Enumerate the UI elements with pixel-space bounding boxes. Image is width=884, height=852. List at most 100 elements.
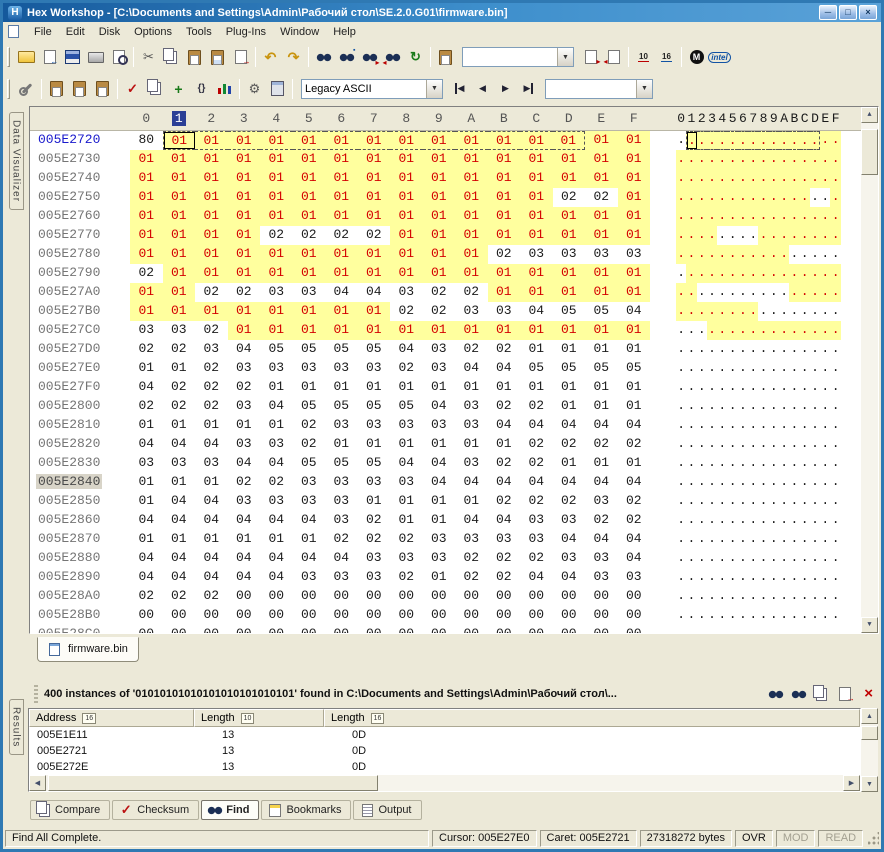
ascii-cell[interactable]: . <box>769 302 779 321</box>
ascii-cell[interactable]: . <box>697 283 707 302</box>
ascii-cell[interactable]: . <box>779 568 789 587</box>
hex-byte-cell[interactable]: 01 <box>260 169 293 188</box>
ascii-cell[interactable]: . <box>830 606 840 625</box>
ascii-cell[interactable]: . <box>707 226 717 245</box>
scroll-down-icon[interactable]: ▼ <box>861 617 878 633</box>
hex-byte-cell[interactable]: 02 <box>488 454 521 473</box>
ascii-cell[interactable]: . <box>717 340 727 359</box>
ascii-cell[interactable]: . <box>779 549 789 568</box>
ascii-cell[interactable]: . <box>830 549 840 568</box>
hex-byte-cell[interactable]: 01 <box>358 131 391 150</box>
hex-byte-cell[interactable]: 04 <box>130 568 163 587</box>
hex-byte-cell[interactable]: 04 <box>488 511 521 530</box>
ascii-cell[interactable]: . <box>810 435 820 454</box>
hex-byte-cell[interactable]: 00 <box>618 587 651 606</box>
ascii-cell[interactable]: . <box>810 340 820 359</box>
hex-byte-cell[interactable]: 03 <box>585 568 618 587</box>
hex-byte-cell[interactable]: 02 <box>195 397 228 416</box>
hex-byte-cell[interactable]: 02 <box>195 378 228 397</box>
ascii-cell[interactable]: . <box>738 606 748 625</box>
ascii-cell[interactable]: . <box>717 606 727 625</box>
hex-byte-cell[interactable]: 01 <box>260 530 293 549</box>
hex-byte-cell[interactable]: 01 <box>553 340 586 359</box>
hex-byte-cell[interactable]: 01 <box>488 150 521 169</box>
ascii-cell[interactable]: . <box>717 397 727 416</box>
ascii-cell[interactable]: . <box>769 169 779 188</box>
statistics-icon[interactable] <box>213 78 236 100</box>
ascii-cell[interactable]: . <box>758 264 768 283</box>
scroll-up-icon[interactable]: ▲ <box>861 107 878 123</box>
hex-byte-cell[interactable]: 01 <box>325 302 358 321</box>
ascii-cell[interactable]: . <box>779 302 789 321</box>
hex-byte-cell[interactable]: 02 <box>195 359 228 378</box>
ascii-cell[interactable]: . <box>748 169 758 188</box>
results-scroll-up-icon[interactable]: ▲ <box>861 708 878 724</box>
hex-byte-cell[interactable]: 01 <box>553 283 586 302</box>
ascii-cell[interactable]: . <box>810 530 820 549</box>
hex-byte-cell[interactable]: 00 <box>195 625 228 633</box>
hex-byte-cell[interactable]: 01 <box>228 226 261 245</box>
hex-byte-cell[interactable]: 02 <box>228 283 261 302</box>
hex-byte-cell[interactable]: 01 <box>455 131 488 150</box>
hex-byte-cell[interactable]: 01 <box>553 321 586 340</box>
hex-byte-cell[interactable]: 02 <box>585 511 618 530</box>
ascii-cell[interactable]: . <box>789 302 799 321</box>
hex-byte-cell[interactable]: 01 <box>618 378 651 397</box>
copy-clipboard-icon[interactable] <box>434 46 457 68</box>
hex-byte-cell[interactable]: 01 <box>455 321 488 340</box>
ascii-cell[interactable]: . <box>707 169 717 188</box>
hex-byte-cell[interactable]: 03 <box>163 454 196 473</box>
ascii-cell[interactable]: . <box>686 321 696 340</box>
ascii-cell[interactable]: . <box>707 492 717 511</box>
hex-byte-cell[interactable]: 04 <box>520 416 553 435</box>
hex-byte-cell[interactable]: 04 <box>488 416 521 435</box>
hex-byte-cell[interactable]: 01 <box>163 264 196 283</box>
ascii-cell[interactable]: . <box>779 131 789 150</box>
hex-scrollbar-thumb[interactable] <box>861 129 878 175</box>
hex-byte-cell[interactable]: 03 <box>455 416 488 435</box>
hex-byte-cell[interactable]: 03 <box>618 568 651 587</box>
ascii-cell[interactable]: . <box>800 321 810 340</box>
hex-byte-cell[interactable]: 01 <box>553 378 586 397</box>
hex-byte-cell[interactable]: 03 <box>488 530 521 549</box>
ascii-cell[interactable]: . <box>830 625 840 633</box>
hex-byte-cell[interactable]: 01 <box>423 435 456 454</box>
ascii-cell[interactable]: . <box>758 169 768 188</box>
ascii-cell[interactable]: . <box>717 150 727 169</box>
ascii-cell[interactable]: . <box>676 226 686 245</box>
tab-bookmarks[interactable]: Bookmarks <box>261 800 351 820</box>
ascii-cell[interactable]: . <box>707 454 717 473</box>
hex-byte-cell[interactable]: 01 <box>585 264 618 283</box>
hex-byte-cell[interactable]: 01 <box>488 131 521 150</box>
tab-find[interactable]: Find <box>201 800 259 820</box>
hex-byte-cell[interactable]: 04 <box>130 549 163 568</box>
toolbar-grip[interactable] <box>7 47 10 67</box>
hex-byte-cell[interactable]: 03 <box>358 359 391 378</box>
hex-byte-cell[interactable]: 01 <box>520 321 553 340</box>
ascii-cell[interactable]: . <box>830 473 840 492</box>
ascii-cell[interactable]: . <box>748 587 758 606</box>
ascii-cell[interactable]: . <box>717 359 727 378</box>
hex-byte-cell[interactable]: 03 <box>585 492 618 511</box>
hex-byte-cell[interactable]: 00 <box>585 606 618 625</box>
hex-byte-cell[interactable]: 01 <box>585 226 618 245</box>
hex-byte-cell[interactable]: 01 <box>195 245 228 264</box>
ascii-cell[interactable]: . <box>789 207 799 226</box>
ascii-cell[interactable]: . <box>697 492 707 511</box>
hex-byte-cell[interactable]: 00 <box>585 625 618 633</box>
ascii-cell[interactable]: . <box>800 625 810 633</box>
hex-byte-cell[interactable]: 02 <box>130 340 163 359</box>
ascii-cell[interactable]: . <box>697 226 707 245</box>
ascii-cell[interactable]: . <box>717 511 727 530</box>
results-panel-grip[interactable] <box>34 685 38 703</box>
hex-byte-cell[interactable]: 03 <box>358 416 391 435</box>
hex-byte-cell[interactable]: 01 <box>618 397 651 416</box>
hex-byte-cell[interactable]: 01 <box>585 283 618 302</box>
nav-last-icon[interactable] <box>517 78 540 100</box>
ascii-cell[interactable]: . <box>810 625 820 633</box>
hex-byte-cell[interactable]: 03 <box>455 397 488 416</box>
ascii-cell[interactable]: . <box>789 549 799 568</box>
ascii-cell[interactable]: . <box>686 378 696 397</box>
hex-byte-cell[interactable]: 01 <box>228 169 261 188</box>
ascii-cell[interactable]: . <box>779 454 789 473</box>
